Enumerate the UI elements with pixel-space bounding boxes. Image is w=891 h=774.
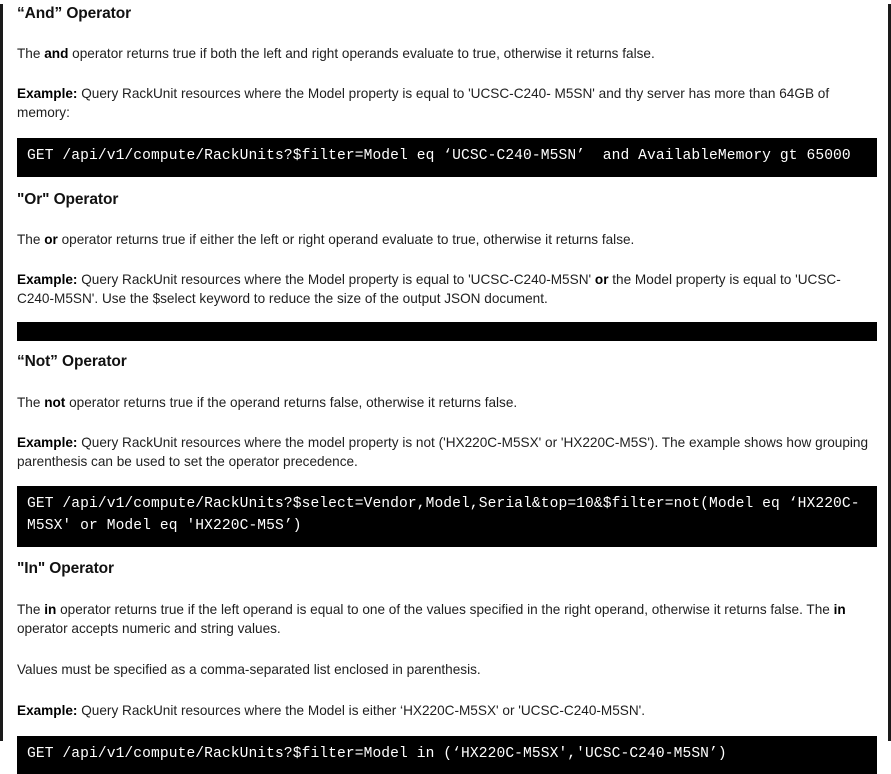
in-example-label: Example: (17, 703, 77, 718)
paragraph-or-description: The or operator returns true if either t… (17, 230, 874, 250)
paragraph-not-example: Example: Query RackUnit resources where … (17, 433, 874, 472)
paragraph-or-example: Example: Query RackUnit resources where … (17, 270, 874, 309)
or-operator-keyword: or (44, 232, 58, 247)
and-example-text: Query RackUnit resources where the Model… (17, 86, 829, 121)
heading-not-operator: “Not” Operator (17, 352, 874, 373)
in-description-mid: operator returns true if the left operan… (56, 602, 833, 617)
section-in-operator: "In" Operator The in operator returns tr… (17, 559, 874, 774)
paragraph-in-note: Values must be specified as a comma-sepa… (17, 660, 874, 680)
in-example-text: Query RackUnit resources where the Model… (77, 703, 645, 718)
in-description-prefix: The (17, 602, 44, 617)
heading-in-operator: "In" Operator (17, 559, 874, 580)
paragraph-and-description: The and operator returns true if both th… (17, 44, 874, 64)
code-block-or-operator (17, 322, 877, 341)
not-example-label: Example: (17, 435, 77, 450)
document-page: “And” Operator The and operator returns … (0, 4, 891, 741)
code-block-in-operator: GET /api/v1/compute/RackUnits?$filter=Mo… (17, 736, 877, 774)
not-operator-keyword: not (44, 395, 65, 410)
and-example-label: Example: (17, 86, 77, 101)
paragraph-in-example: Example: Query RackUnit resources where … (17, 701, 874, 721)
or-example-label: Example: (17, 272, 77, 287)
and-operator-keyword: and (44, 46, 68, 61)
not-description-prefix: The (17, 395, 44, 410)
paragraph-in-description: The in operator returns true if the left… (17, 600, 874, 639)
or-description-suffix: operator returns true if either the left… (58, 232, 635, 247)
code-block-not-operator: GET /api/v1/compute/RackUnits?$select=Ve… (17, 486, 877, 547)
not-example-text: Query RackUnit resources where the model… (17, 435, 868, 470)
or-example-operator-keyword: or (595, 272, 609, 287)
not-description-suffix: operator returns true if the operand ret… (65, 395, 517, 410)
or-example-text-part1: Query RackUnit resources where the Model… (77, 272, 594, 287)
in-operator-keyword: in (44, 602, 56, 617)
in-description-suffix: operator accepts numeric and string valu… (17, 621, 281, 636)
in-operator-keyword-2: in (834, 602, 846, 617)
and-description-prefix: The (17, 46, 44, 61)
paragraph-not-description: The not operator returns true if the ope… (17, 393, 874, 413)
code-block-and-operator: GET /api/v1/compute/RackUnits?$filter=Mo… (17, 138, 877, 177)
heading-or-operator: "Or" Operator (17, 190, 874, 211)
section-and-operator: “And” Operator The and operator returns … (17, 4, 874, 177)
paragraph-and-example: Example: Query RackUnit resources where … (17, 84, 874, 123)
section-not-operator: “Not” Operator The not operator returns … (17, 352, 874, 547)
and-description-suffix: operator returns true if both the left a… (68, 46, 654, 61)
heading-and-operator: “And” Operator (17, 4, 874, 25)
or-description-prefix: The (17, 232, 44, 247)
section-or-operator: "Or" Operator The or operator returns tr… (17, 190, 874, 341)
